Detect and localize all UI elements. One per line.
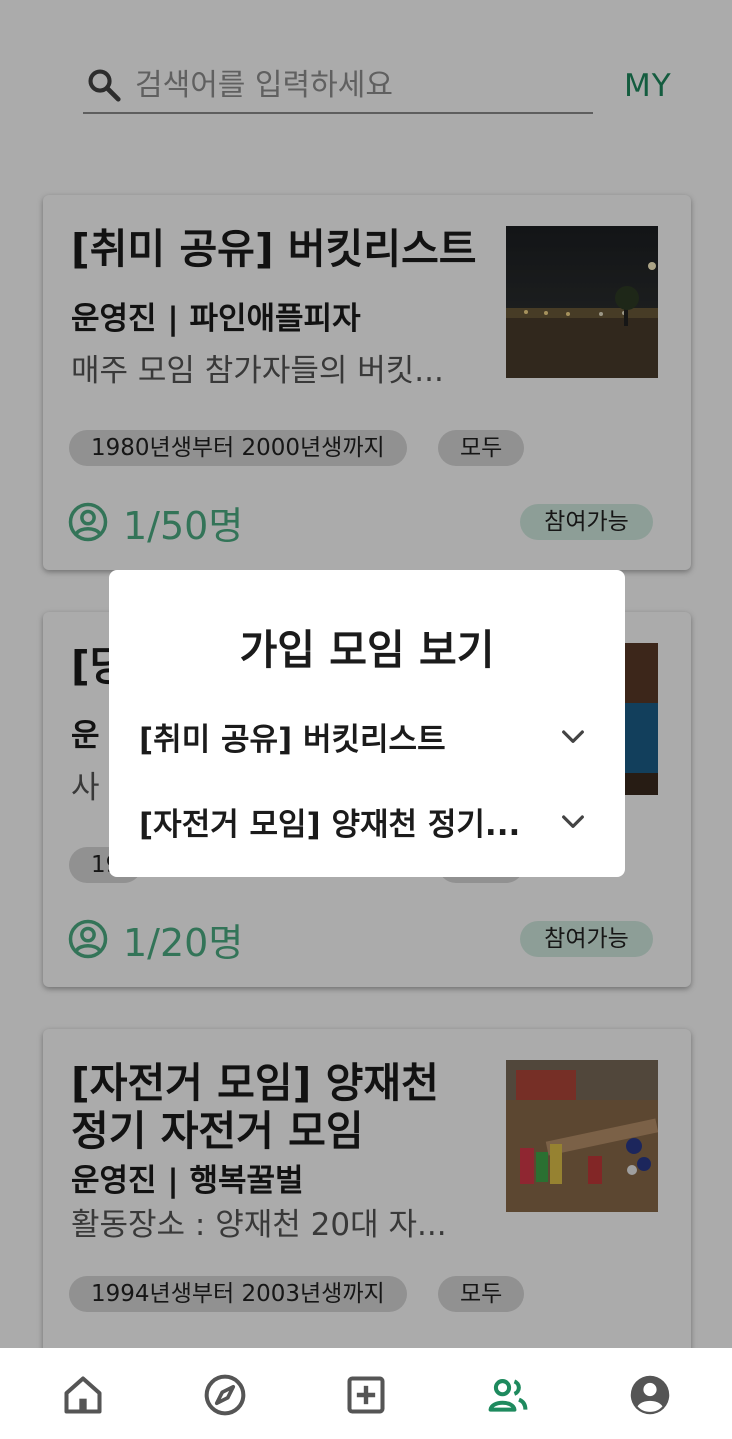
joined-group-item[interactable]: [자전거 모임] 양재천 정기... [139,789,599,849]
chevron-down-icon [562,815,584,828]
joined-group-item[interactable]: [취미 공유] 버킷리스트 [139,704,599,764]
account-icon [630,1375,670,1415]
joined-group-label: [취미 공유] 버킷리스트 [139,722,446,758]
nav-my-groups[interactable] [486,1373,530,1417]
nav-explore[interactable] [203,1373,247,1417]
bottom-nav [0,1348,732,1439]
joined-group-label: [자전거 모임] 양재천 정기... [139,807,521,843]
compass-icon [204,1374,246,1416]
joined-groups-dialog: 가입 모임 보기 [취미 공유] 버킷리스트 [자전거 모임] 양재천 정기..… [109,570,625,877]
nav-profile[interactable] [628,1373,672,1417]
chevron-down-icon [562,730,584,743]
group-icon [488,1379,528,1412]
nav-home[interactable] [61,1373,105,1417]
nav-create[interactable] [344,1373,388,1417]
home-icon [64,1376,102,1414]
add-box-icon [347,1376,385,1414]
dialog-title: 가입 모임 보기 [239,626,495,674]
